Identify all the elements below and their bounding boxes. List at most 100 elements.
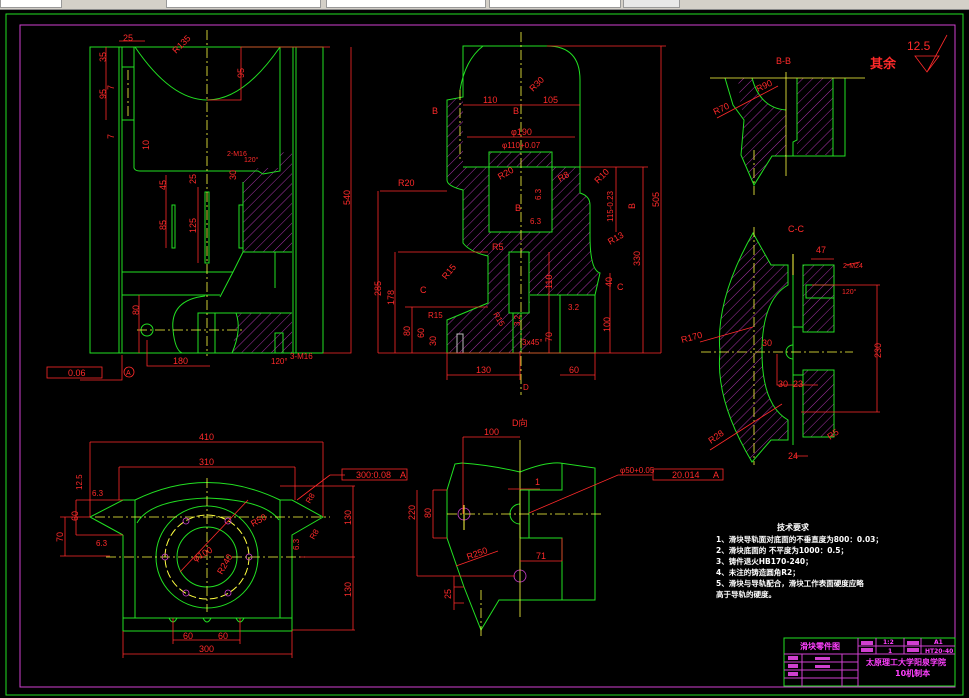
dimension-label: 10	[141, 140, 151, 150]
dimension-label: 300	[199, 644, 214, 654]
dimension-label: 178	[386, 290, 396, 305]
dimension-label: R13	[606, 230, 625, 247]
dimension-label: 滑块零件图	[800, 641, 840, 651]
dimension-label: φ100	[191, 545, 214, 564]
dimension-label: 330	[632, 251, 642, 266]
dimension-label: 180	[173, 356, 188, 366]
dimension-label: 1	[888, 648, 892, 655]
front-view-dimensions: 25 R135 35 95 7 7 95 10 45 85 25 125 30 …	[68, 33, 352, 378]
dimension-label: 40	[604, 277, 614, 287]
dimension-label: 1、滑块导轨面对底面的不垂直度为800：0.03；	[716, 534, 883, 545]
dimension-label: R90	[755, 78, 774, 94]
front-view	[46, 30, 352, 381]
dimension-label: B	[432, 106, 438, 116]
dimension-label: 130	[476, 365, 491, 375]
dimension-label: 3x45°	[522, 338, 543, 347]
dimension-label: 100	[602, 317, 612, 332]
section-bb-view: B-B R90 R70	[710, 56, 865, 195]
dimension-label: 12.5	[907, 39, 931, 53]
dimension-label: 2、滑块底面的 不平度为1000：0.5；	[716, 545, 848, 556]
dimension-label: 1:2	[883, 639, 894, 646]
dimension-label: 130	[343, 510, 353, 525]
dimension-label: R5	[492, 242, 504, 252]
section-cc-view: C-C 47 2-M24 120° R170 30 30 23 230 R28 …	[680, 224, 883, 465]
dimension-label: 71	[536, 551, 546, 561]
dimension-label: 505	[651, 192, 661, 207]
d-view-dimensions: 100 1 φ50+0.05 20.014 A 220 80 R250 71 2…	[407, 427, 719, 599]
dimension-label: 太原理工大学阳泉学院	[865, 657, 946, 667]
drawing-canvas[interactable]: 25 R135 35 95 7 7 95 10 45 85 25 125 30 …	[0, 0, 969, 698]
dimension-label: 23	[793, 379, 803, 389]
dimension-label: 115-0.23	[606, 190, 615, 222]
dimension-label: 30	[762, 338, 772, 348]
dimension-label: 6.3	[534, 188, 543, 200]
dimension-label: 70	[544, 332, 554, 342]
dimension-label: R20	[398, 178, 415, 188]
dimension-label: A1	[934, 639, 943, 646]
dimension-label: 30	[778, 379, 788, 389]
dimension-label: 3-M16	[290, 352, 313, 361]
d-view: D向	[416, 417, 724, 637]
dimension-label: B-B	[776, 56, 791, 66]
dimension-label: 540	[342, 190, 352, 205]
dimension-label: C	[420, 285, 427, 295]
dimension-label: HT20-40	[925, 648, 953, 655]
dimension-label: R8	[308, 527, 321, 541]
dimension-label: 6.3	[92, 489, 104, 498]
dimension-label: 35	[98, 52, 108, 62]
dimension-label: 10机制本	[895, 668, 930, 678]
top-view	[60, 441, 408, 658]
dimension-label: 130	[343, 582, 353, 597]
dimension-label: 6.3	[530, 217, 542, 226]
dimension-label: 410	[199, 432, 214, 442]
dimension-label: 80	[423, 508, 433, 518]
dimension-label: 110	[483, 95, 497, 105]
dimension-label: C-C	[788, 224, 804, 234]
dimension-label: 95	[236, 68, 246, 78]
dimension-label: 4、未注的铸造圆角R2；	[716, 567, 800, 578]
dimension-label: A	[126, 370, 131, 377]
dimension-label: R70	[712, 101, 731, 117]
dimension-label: A	[713, 470, 719, 480]
dimension-label: C	[617, 282, 624, 292]
dimension-label: 6.3	[96, 539, 108, 548]
technical-requirements: 技术要求 1、滑块导轨面对底面的不垂直度为800：0.03； 2、滑块底面的 不…	[716, 522, 883, 599]
dimension-label: 310	[199, 457, 214, 467]
dimension-label: 0.06	[68, 368, 86, 378]
dimension-label: 60	[70, 511, 80, 521]
dimension-label: 20.014	[672, 470, 700, 480]
dimension-label: 285	[373, 281, 383, 296]
roughness-note: 12.5 其余	[870, 34, 948, 73]
dimension-label: φ190	[511, 127, 532, 137]
title-block: 滑块零件图 1:2 1 A1 HT20-40 太原理工大学阳泉学院 10机制本	[783, 637, 956, 687]
dimension-label: B	[513, 106, 519, 116]
dimension-label: R50	[249, 512, 268, 529]
dimension-label: 60	[218, 631, 228, 641]
dimension-label: 1	[535, 477, 540, 487]
dimension-label: B	[515, 203, 521, 213]
dimension-label: 25	[188, 174, 198, 184]
dimension-label: 85	[158, 220, 168, 230]
dimension-label: 3.2	[568, 303, 580, 312]
dimension-label: A	[400, 470, 406, 480]
dimension-label: 70	[55, 532, 65, 542]
dimension-label: 45	[158, 180, 168, 190]
dimension-label: 高于导轨的硬度。	[716, 589, 776, 599]
dimension-label: R170	[680, 330, 703, 345]
dimension-label: R250	[465, 545, 489, 562]
dimension-label: R15	[428, 311, 443, 320]
dimension-label: R240	[215, 552, 234, 576]
dimension-label: 230	[873, 343, 883, 358]
dimension-label: 60	[183, 631, 193, 641]
dimension-label: B	[627, 203, 637, 209]
dimension-label: φ110+0.07	[502, 141, 541, 150]
dimension-label: 12.5	[75, 474, 84, 490]
dimension-label: 47	[816, 245, 826, 255]
dimension-label: 80	[402, 326, 412, 336]
dimension-label: 2-M24	[843, 263, 863, 270]
dimension-label: 105	[543, 95, 558, 105]
dimension-label: 30	[428, 336, 438, 346]
dimension-label: 6.3	[292, 538, 301, 550]
dimension-label: 7	[106, 85, 116, 90]
dimension-label: R30	[527, 75, 546, 94]
